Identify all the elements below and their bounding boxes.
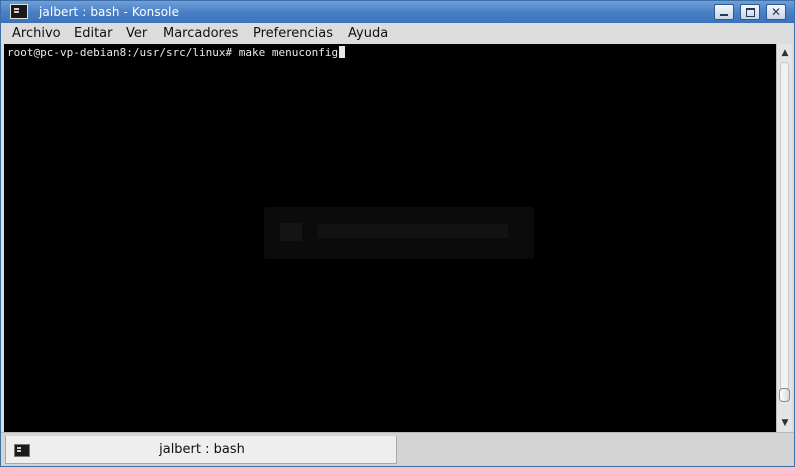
scroll-track[interactable]: [780, 62, 789, 402]
window-title: jalbert : bash - Konsole: [39, 5, 180, 19]
text-cursor: [339, 46, 346, 58]
menu-bar: Archivo Editar Ver Marcadores Preferenci…: [1, 23, 794, 44]
menu-ver[interactable]: Ver: [126, 26, 147, 42]
menu-ayuda[interactable]: Ayuda: [348, 26, 388, 42]
minimize-button[interactable]: [714, 4, 734, 20]
menu-marcadores[interactable]: Marcadores: [163, 26, 238, 42]
background-watermark: [264, 207, 534, 259]
shell-prompt: root@pc-vp-debian8:/usr/src/linux#: [7, 46, 233, 59]
watermark-text-shape: [318, 224, 508, 238]
close-icon: ✕: [770, 5, 782, 19]
terminal-area[interactable]: root@pc-vp-debian8:/usr/src/linux# make …: [4, 44, 776, 432]
vertical-scrollbar[interactable]: ▲ ▼: [776, 44, 792, 432]
menu-editar[interactable]: Editar: [74, 26, 113, 42]
tab-label: jalbert : bash: [159, 442, 245, 457]
typed-command: make menuconfig: [238, 46, 339, 59]
menu-archivo[interactable]: Archivo: [12, 26, 61, 42]
scroll-thumb[interactable]: [779, 388, 790, 402]
scroll-up-arrow-icon[interactable]: ▲: [779, 46, 791, 60]
konsole-window: jalbert : bash - Konsole ✕ Archivo Edita…: [0, 0, 795, 467]
watermark-logo-icon: [280, 223, 302, 241]
menu-preferencias[interactable]: Preferencias: [253, 26, 333, 42]
tab-bar: jalbert : bash: [1, 432, 794, 466]
close-button[interactable]: ✕: [766, 4, 786, 20]
tab-jalbert-bash[interactable]: jalbert : bash: [5, 436, 397, 464]
title-bar[interactable]: jalbert : bash - Konsole ✕: [1, 1, 794, 23]
terminal-line: root@pc-vp-debian8:/usr/src/linux# make …: [7, 46, 346, 60]
terminal-icon[interactable]: [10, 4, 28, 19]
scroll-down-arrow-icon[interactable]: ▼: [779, 416, 791, 430]
maximize-button[interactable]: [740, 4, 760, 20]
